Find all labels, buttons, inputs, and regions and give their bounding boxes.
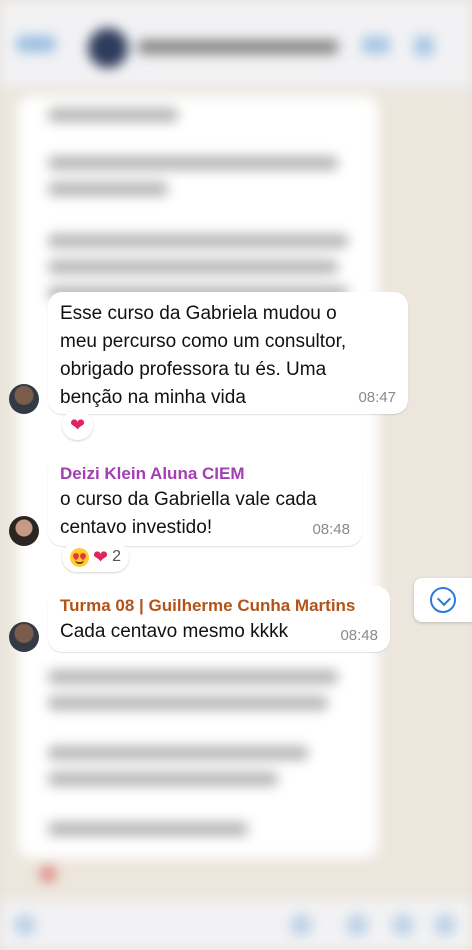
sender-name[interactable]: Deizi Klein Aluna CIEM xyxy=(60,462,350,486)
reaction-badge[interactable]: ❤ xyxy=(62,410,94,440)
avatar[interactable] xyxy=(9,516,39,546)
message-text: Cada centavo mesmo kkkk xyxy=(60,621,289,642)
heart-icon: ❤ xyxy=(70,415,86,435)
sender-name[interactable]: Turma 08 | Guilherme Cunha Martins xyxy=(60,594,378,618)
heart-icon: ❤ xyxy=(93,547,109,567)
message-text: Esse curso da Gabriela mudou o meu percu… xyxy=(60,303,347,408)
message-bubble-2[interactable]: Deizi Klein Aluna CIEM o curso da Gabrie… xyxy=(48,454,362,546)
heart-eyes-icon xyxy=(70,547,89,567)
message-time: 08:48 xyxy=(340,627,378,644)
reaction-count: 2 xyxy=(112,548,121,565)
message-time: 08:48 xyxy=(312,521,350,538)
chevron-down-circle-icon xyxy=(430,587,456,613)
message-bubble-1[interactable]: Esse curso da Gabriela mudou o meu percu… xyxy=(48,292,408,414)
reaction-badge[interactable]: ❤ 2 xyxy=(62,542,129,572)
highlighted-messages: Esse curso da Gabriela mudou o meu percu… xyxy=(0,0,472,950)
message-time: 08:47 xyxy=(358,389,396,406)
avatar[interactable] xyxy=(9,384,39,414)
scroll-to-bottom-button[interactable] xyxy=(414,578,472,622)
message-text: o curso da Gabriella vale cada centavo i… xyxy=(60,489,317,538)
avatar[interactable] xyxy=(9,622,39,652)
message-bubble-3[interactable]: Turma 08 | Guilherme Cunha Martins Cada … xyxy=(48,586,390,652)
